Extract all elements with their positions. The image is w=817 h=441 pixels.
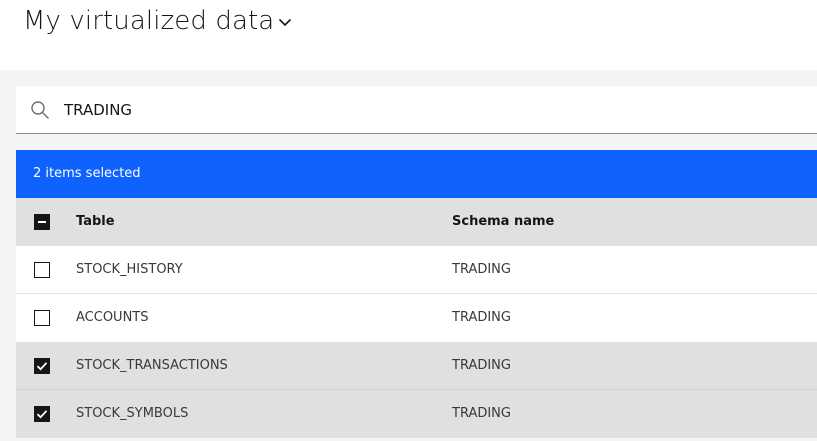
checkmark-icon — [36, 410, 48, 419]
table-row[interactable]: STOCK_TRANSACTIONS TRADING — [16, 342, 817, 390]
table-name-cell: STOCK_SYMBOLS — [76, 406, 189, 421]
chevron-down-icon — [278, 18, 292, 26]
schema-name-cell: TRADING — [452, 310, 511, 325]
row-checkbox[interactable] — [34, 262, 50, 278]
search-input[interactable] — [64, 96, 784, 124]
column-header-table[interactable]: Table — [76, 214, 115, 229]
checkmark-icon — [36, 362, 48, 371]
schema-name-cell: TRADING — [452, 358, 511, 373]
schema-name-cell: TRADING — [452, 262, 511, 277]
column-header-schema-name[interactable]: Schema name — [452, 214, 554, 229]
table-row[interactable]: STOCK_SYMBOLS TRADING — [16, 390, 817, 438]
page-title: My virtualized data — [23, 6, 275, 36]
table-header-row: Table Schema name — [16, 198, 817, 246]
page-header: My virtualized data — [0, 0, 817, 70]
items-selected-label: 2 items selected — [33, 166, 141, 181]
table-name-cell: STOCK_HISTORY — [76, 262, 183, 277]
table-name-cell: STOCK_TRANSACTIONS — [76, 358, 228, 373]
row-checkbox[interactable] — [34, 358, 50, 374]
row-checkbox[interactable] — [34, 406, 50, 422]
title-dropdown-button[interactable] — [274, 11, 296, 33]
table-row[interactable]: STOCK_HISTORY TRADING — [16, 246, 817, 294]
search-icon — [31, 101, 49, 119]
schema-name-cell: TRADING — [452, 406, 511, 421]
checkbox-indeterminate-icon — [38, 221, 46, 223]
row-checkbox[interactable] — [34, 310, 50, 326]
table-row[interactable]: ACCOUNTS TRADING — [16, 294, 817, 342]
select-all-checkbox[interactable] — [34, 214, 50, 230]
table-name-cell: ACCOUNTS — [76, 310, 149, 325]
